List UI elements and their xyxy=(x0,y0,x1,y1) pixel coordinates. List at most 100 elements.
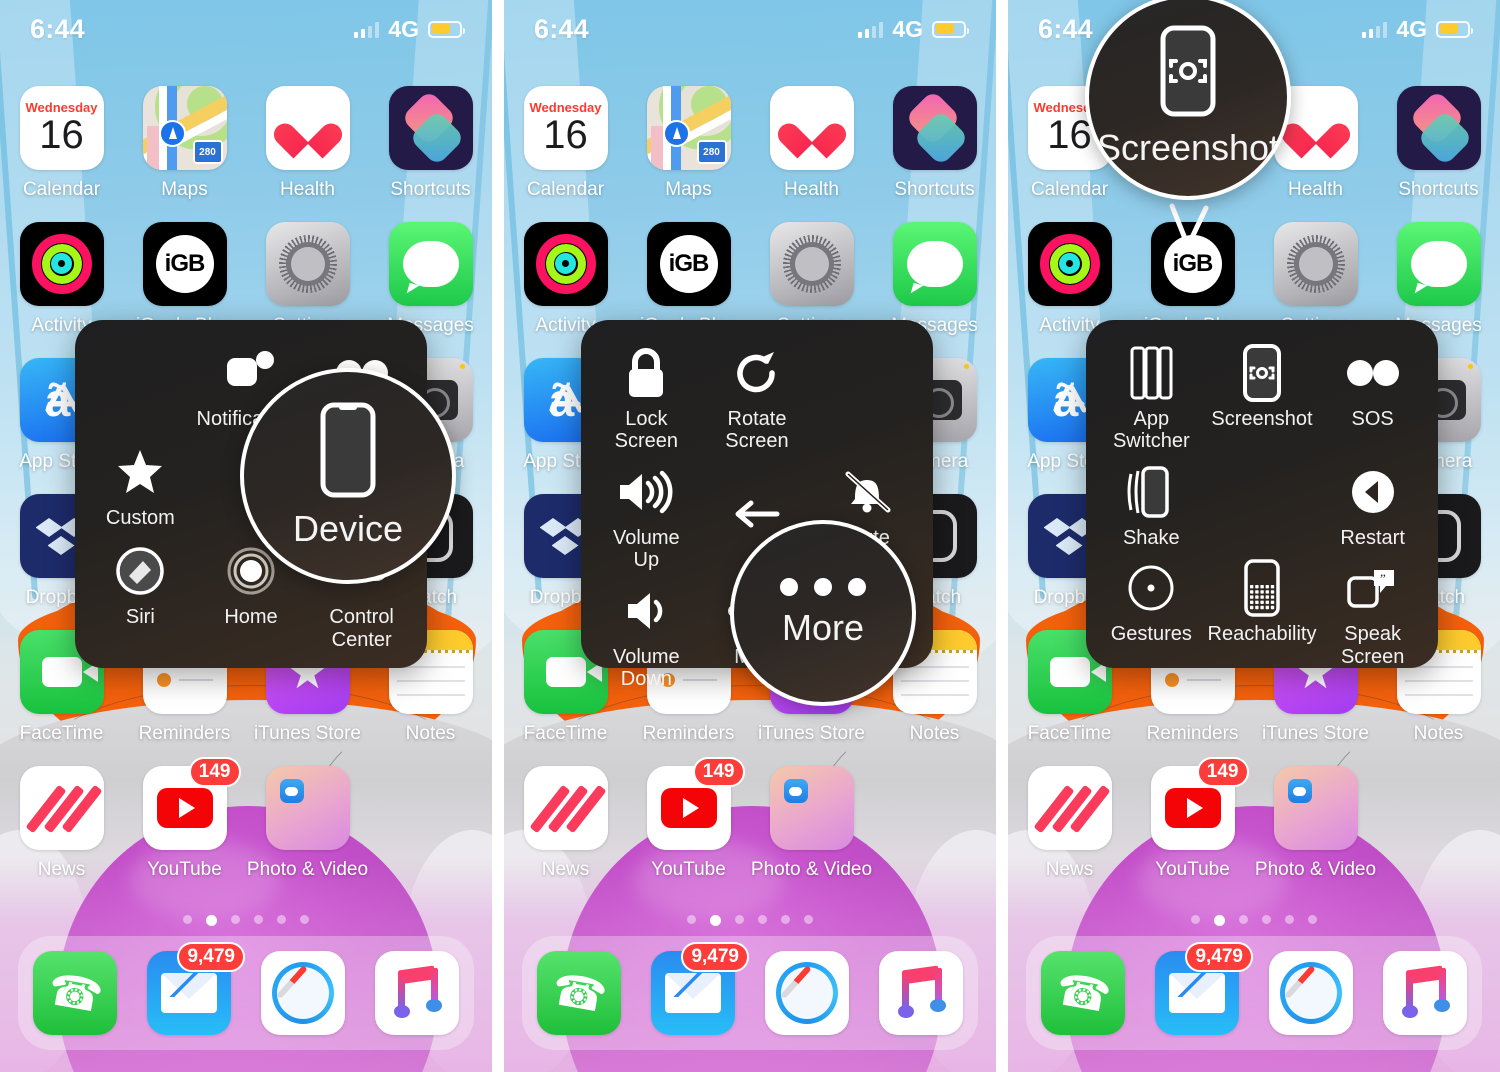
phone-icon[interactable]: ☎ xyxy=(33,951,117,1035)
health-icon[interactable] xyxy=(265,86,350,170)
page-dots[interactable] xyxy=(504,915,996,926)
page-dot[interactable] xyxy=(1239,915,1248,924)
music-icon[interactable] xyxy=(1383,951,1467,1035)
page-dot[interactable] xyxy=(300,915,309,924)
dock-item-phone[interactable]: ☎ xyxy=(33,951,117,1035)
news-icon[interactable] xyxy=(19,766,104,850)
menu-item-shake[interactable]: Shake xyxy=(1096,453,1207,549)
page-dot[interactable] xyxy=(254,915,263,924)
app-icon-health[interactable]: Health xyxy=(750,86,873,222)
app-icon-photo-video[interactable]: Photo & Video xyxy=(246,766,369,902)
safari-icon[interactable] xyxy=(1269,951,1353,1035)
app-icon-youtube[interactable]: 149 YouTube xyxy=(627,757,750,902)
app-icon-health[interactable]: Health xyxy=(246,86,369,222)
app-icon-maps[interactable]: 280 Maps xyxy=(627,86,750,222)
health-icon[interactable] xyxy=(769,86,854,170)
photo-video-folder-icon[interactable] xyxy=(1273,766,1358,850)
maps-icon[interactable]: 280 xyxy=(142,86,227,170)
page-dot[interactable] xyxy=(735,915,744,924)
igeeksblog-icon[interactable]: iGB xyxy=(646,222,731,306)
page-dot[interactable] xyxy=(1214,915,1225,926)
app-icon-shortcuts[interactable]: Shortcuts xyxy=(1377,86,1500,222)
dock-item-safari[interactable] xyxy=(765,951,849,1035)
music-icon[interactable] xyxy=(879,951,963,1035)
messages-icon[interactable] xyxy=(1396,222,1481,306)
app-icon-shortcuts[interactable]: Shortcuts xyxy=(369,86,492,222)
menu-item-lock-screen[interactable]: Lock Screen xyxy=(591,334,702,453)
menu-item-speak-screen[interactable]: ” Speak Screen xyxy=(1317,549,1428,668)
dock-item-safari[interactable] xyxy=(1269,951,1353,1035)
app-icon-shortcuts[interactable]: Shortcuts xyxy=(873,86,996,222)
page-dot[interactable] xyxy=(1308,915,1317,924)
phone-icon[interactable]: ☎ xyxy=(537,951,621,1035)
page-dot[interactable] xyxy=(1285,915,1294,924)
app-icon-calendar[interactable]: Wednesday 16 Calendar xyxy=(504,86,627,222)
music-icon[interactable] xyxy=(375,951,459,1035)
dock-item-music[interactable] xyxy=(375,951,459,1035)
page-dots[interactable] xyxy=(1008,915,1500,926)
dock-item-music[interactable] xyxy=(1383,951,1467,1035)
dock-item-music[interactable] xyxy=(879,951,963,1035)
menu-item-app-switcher[interactable]: App Switcher xyxy=(1096,334,1207,453)
calendar-icon[interactable]: Wednesday 16 xyxy=(19,86,104,170)
safari-icon[interactable] xyxy=(261,951,345,1035)
menu-item-screenshot[interactable]: Screenshot xyxy=(1207,334,1318,453)
photo-video-folder-icon[interactable] xyxy=(265,766,350,850)
settings-icon[interactable] xyxy=(1273,222,1358,306)
menu-item-restart[interactable]: Restart xyxy=(1317,453,1428,549)
phone-icon[interactable]: ☎ xyxy=(1041,951,1125,1035)
app-icon-maps[interactable]: 280 Maps xyxy=(123,86,246,222)
news-icon[interactable] xyxy=(1027,766,1112,850)
menu-item-rotate-screen[interactable]: Rotate Screen xyxy=(702,334,813,453)
igeeksblog-icon[interactable]: iGB xyxy=(142,222,227,306)
menu-item-volume-down[interactable]: Volume Down xyxy=(591,572,702,691)
dock-item-phone[interactable]: ☎ xyxy=(537,951,621,1035)
assistivetouch-menu[interactable]: App Switcher Screenshot SOS Shake Restart… xyxy=(1086,320,1438,668)
shortcuts-icon[interactable] xyxy=(892,86,977,170)
page-dot[interactable] xyxy=(781,915,790,924)
page-dot[interactable] xyxy=(687,915,696,924)
shortcuts-icon[interactable] xyxy=(388,86,473,170)
photo-video-folder-icon[interactable] xyxy=(769,766,854,850)
news-icon[interactable] xyxy=(523,766,608,850)
page-dot[interactable] xyxy=(758,915,767,924)
page-dot[interactable] xyxy=(1262,915,1271,924)
page-dot[interactable] xyxy=(231,915,240,924)
app-icon-news[interactable]: News xyxy=(0,766,123,902)
page-dot[interactable] xyxy=(710,915,721,926)
menu-item-reachability[interactable]: Reachability xyxy=(1207,549,1318,668)
app-icon-news[interactable]: News xyxy=(504,766,627,902)
menu-item-siri[interactable]: Siri xyxy=(85,532,196,654)
dock-item-mail[interactable]: 9,479 xyxy=(147,942,245,1035)
menu-item-gestures[interactable]: Gestures xyxy=(1096,549,1207,668)
maps-icon[interactable]: 280 xyxy=(646,86,731,170)
settings-icon[interactable] xyxy=(769,222,854,306)
dock-item-mail[interactable]: 9,479 xyxy=(651,942,749,1035)
app-icon-youtube[interactable]: 149 YouTube xyxy=(123,757,246,902)
activity-icon[interactable] xyxy=(523,222,608,306)
page-dot[interactable] xyxy=(1191,915,1200,924)
page-dot[interactable] xyxy=(206,915,217,926)
dock-item-safari[interactable] xyxy=(261,951,345,1035)
activity-icon[interactable] xyxy=(1027,222,1112,306)
menu-item-sos[interactable]: SOS xyxy=(1317,334,1428,453)
page-dots[interactable] xyxy=(0,915,492,926)
app-icon-photo-video[interactable]: Photo & Video xyxy=(1254,766,1377,902)
app-icon-youtube[interactable]: 149 YouTube xyxy=(1131,757,1254,902)
app-icon-news[interactable]: News xyxy=(1008,766,1131,902)
messages-icon[interactable] xyxy=(388,222,473,306)
app-icon-photo-video[interactable]: Photo & Video xyxy=(750,766,873,902)
calendar-icon[interactable]: Wednesday 16 xyxy=(523,86,608,170)
dock-item-mail[interactable]: 9,479 xyxy=(1155,942,1253,1035)
shortcuts-icon[interactable] xyxy=(1396,86,1481,170)
page-dot[interactable] xyxy=(183,915,192,924)
messages-icon[interactable] xyxy=(892,222,977,306)
menu-item-custom[interactable]: Custom xyxy=(85,433,196,532)
settings-icon[interactable] xyxy=(265,222,350,306)
safari-icon[interactable] xyxy=(765,951,849,1035)
menu-item-volume-up[interactable]: Volume Up xyxy=(591,453,702,572)
dock-item-phone[interactable]: ☎ xyxy=(1041,951,1125,1035)
page-dot[interactable] xyxy=(804,915,813,924)
page-dot[interactable] xyxy=(277,915,286,924)
app-icon-calendar[interactable]: Wednesday 16 Calendar xyxy=(0,86,123,222)
